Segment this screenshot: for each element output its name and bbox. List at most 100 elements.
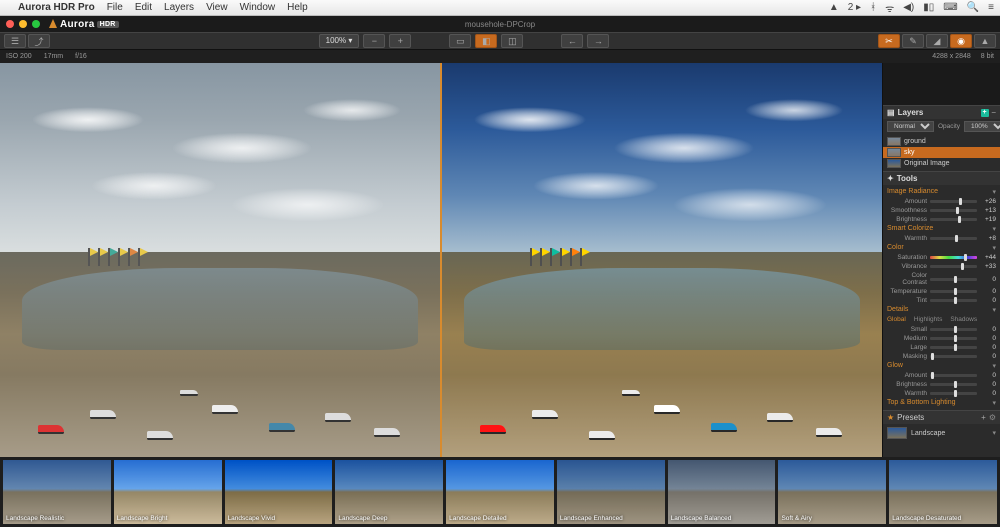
preset-label: Landscape Realistic bbox=[6, 515, 64, 522]
close-button[interactable] bbox=[6, 20, 14, 28]
slider-row: Large 0 bbox=[887, 343, 996, 352]
preset-item[interactable]: Landscape Vivid bbox=[225, 460, 333, 524]
preset-item[interactable]: Landscape Detailed bbox=[446, 460, 554, 524]
status-keyboard-icon[interactable]: ⌨ bbox=[943, 2, 957, 13]
undo-button[interactable]: ← bbox=[561, 34, 583, 48]
preset-item[interactable]: Landscape Balanced bbox=[668, 460, 776, 524]
tool-group-header[interactable]: Color▾ bbox=[887, 243, 996, 253]
menu-window[interactable]: Window bbox=[240, 2, 276, 13]
zoom-in-button[interactable]: + bbox=[389, 34, 411, 48]
slider-track[interactable] bbox=[930, 337, 977, 340]
canvas-compare[interactable] bbox=[0, 63, 882, 457]
detail-tab[interactable]: Global bbox=[887, 316, 906, 323]
layer-item[interactable]: sky bbox=[883, 147, 1000, 158]
blend-mode-select[interactable]: Normal bbox=[887, 121, 934, 132]
layers-collapse-icon[interactable]: – bbox=[992, 108, 996, 117]
zoom-out-button[interactable]: − bbox=[363, 34, 385, 48]
status-volume-icon[interactable]: ◀︎) bbox=[903, 2, 914, 13]
slider-value: 0 bbox=[980, 353, 996, 360]
tools-panel-header[interactable]: ✦ Tools bbox=[883, 171, 1000, 185]
menu-file[interactable]: File bbox=[107, 2, 123, 13]
slider-track[interactable] bbox=[930, 355, 977, 358]
presets-options-icon[interactable]: ⚙ bbox=[989, 413, 996, 422]
slider-value: +44 bbox=[980, 254, 996, 261]
slider-value: 0 bbox=[980, 288, 996, 295]
slider-track[interactable] bbox=[930, 200, 977, 203]
slider-row: Tint 0 bbox=[887, 296, 996, 305]
app-logo: AuroraHDR bbox=[48, 19, 119, 30]
compare-split-button[interactable]: ◧ bbox=[475, 34, 497, 48]
preset-item[interactable]: Soft & Airy bbox=[778, 460, 886, 524]
menu-button[interactable]: ☰ bbox=[4, 34, 26, 48]
slider-label: Large bbox=[887, 344, 927, 351]
minimize-button[interactable] bbox=[19, 20, 27, 28]
tool-group-header[interactable]: Image Radiance▾ bbox=[887, 187, 996, 197]
compare-side-button[interactable]: ◫ bbox=[501, 34, 523, 48]
slider-track[interactable] bbox=[930, 209, 977, 212]
slider-track[interactable] bbox=[930, 383, 977, 386]
presets-panel-header[interactable]: ★ Presets + ⚙ bbox=[883, 410, 1000, 424]
app-menu[interactable]: Aurora HDR Pro bbox=[18, 2, 95, 13]
gradient-tool-button[interactable]: ◢ bbox=[926, 34, 948, 48]
tool-group-header[interactable]: Details▾ bbox=[887, 305, 996, 315]
brush-tool-button[interactable]: ✎ bbox=[902, 34, 924, 48]
preset-item[interactable]: Landscape Enhanced bbox=[557, 460, 665, 524]
status-bluetooth-icon[interactable]: ᚼ bbox=[870, 2, 876, 13]
status-spotlight-icon[interactable]: 🔍 bbox=[967, 2, 979, 13]
slider-track[interactable] bbox=[930, 256, 977, 259]
slider-track[interactable] bbox=[930, 290, 977, 293]
slider-row: Amount 0 bbox=[887, 371, 996, 380]
slider-track[interactable] bbox=[930, 374, 977, 377]
slider-track[interactable] bbox=[930, 346, 977, 349]
layers-panel-header[interactable]: ▤ Layers + – bbox=[883, 105, 1000, 119]
redo-button[interactable]: → bbox=[587, 34, 609, 48]
menu-view[interactable]: View bbox=[206, 2, 228, 13]
slider-row: Masking 0 bbox=[887, 352, 996, 361]
preset-item[interactable]: Landscape Desaturated bbox=[889, 460, 997, 524]
slider-track[interactable] bbox=[930, 265, 977, 268]
slider-row: Amount +26 bbox=[887, 197, 996, 206]
meta-bitdepth: 8 bit bbox=[981, 53, 994, 60]
compare-single-button[interactable]: ▭ bbox=[449, 34, 471, 48]
layer-opacity-select[interactable]: 100% bbox=[964, 121, 1000, 132]
slider-track[interactable] bbox=[930, 328, 977, 331]
menu-help[interactable]: Help bbox=[287, 2, 308, 13]
detail-tab[interactable]: Shadows bbox=[950, 316, 977, 323]
slider-value: 0 bbox=[980, 344, 996, 351]
add-layer-button[interactable]: + bbox=[981, 109, 989, 117]
layer-item[interactable]: ground bbox=[887, 136, 996, 147]
slider-track[interactable] bbox=[930, 392, 977, 395]
status-battery[interactable]: ▮▯ bbox=[923, 2, 934, 13]
preset-item[interactable]: Landscape Deep bbox=[335, 460, 443, 524]
preset-item[interactable]: Landscape Realistic bbox=[3, 460, 111, 524]
slider-value: +33 bbox=[980, 263, 996, 270]
menu-edit[interactable]: Edit bbox=[135, 2, 152, 13]
slider-track[interactable] bbox=[930, 278, 977, 281]
main-toolbar: ☰ ⤴ 100% ▾ − + ▭ ◧ ◫ ← → ✂ ✎ ◢ ◉ ▲ bbox=[0, 32, 1000, 50]
layer-item[interactable]: Original Image bbox=[887, 158, 996, 169]
preset-item[interactable]: Landscape Bright bbox=[114, 460, 222, 524]
tool-group-header[interactable]: Top & Bottom Lighting▾ bbox=[887, 398, 996, 408]
preset-category-select[interactable]: Landscape ▾ bbox=[883, 424, 1000, 442]
tool-group-header[interactable]: Glow▾ bbox=[887, 361, 996, 371]
slider-row: Brightness +19 bbox=[887, 215, 996, 224]
slider-track[interactable] bbox=[930, 218, 977, 221]
slider-track[interactable] bbox=[930, 299, 977, 302]
slider-track[interactable] bbox=[930, 237, 977, 240]
detail-tab[interactable]: Highlights bbox=[914, 316, 943, 323]
right-panel: ▤ Layers + – Normal Opacity 100% ⚙ groun… bbox=[882, 63, 1000, 457]
mask-tool-button[interactable]: ◉ bbox=[950, 34, 972, 48]
crop-tool-button[interactable]: ✂ bbox=[878, 34, 900, 48]
export-button[interactable]: ⤴ bbox=[28, 34, 50, 48]
menu-layers[interactable]: Layers bbox=[164, 2, 194, 13]
tool-group-header[interactable]: Smart Colorize▾ bbox=[887, 224, 996, 234]
fullscreen-button[interactable] bbox=[32, 20, 40, 28]
status-menu-icon[interactable]: ≡ bbox=[988, 2, 994, 13]
zoom-level[interactable]: 100% ▾ bbox=[319, 34, 360, 48]
status-notif-icon[interactable]: ▲ bbox=[829, 2, 839, 13]
chevron-down-icon: ▾ bbox=[992, 399, 996, 407]
histogram-toggle-button[interactable]: ▲ bbox=[974, 34, 996, 48]
before-pane bbox=[0, 63, 440, 457]
add-preset-button[interactable]: + bbox=[981, 413, 986, 422]
status-wifi-icon[interactable]: ᯤ bbox=[885, 1, 894, 15]
